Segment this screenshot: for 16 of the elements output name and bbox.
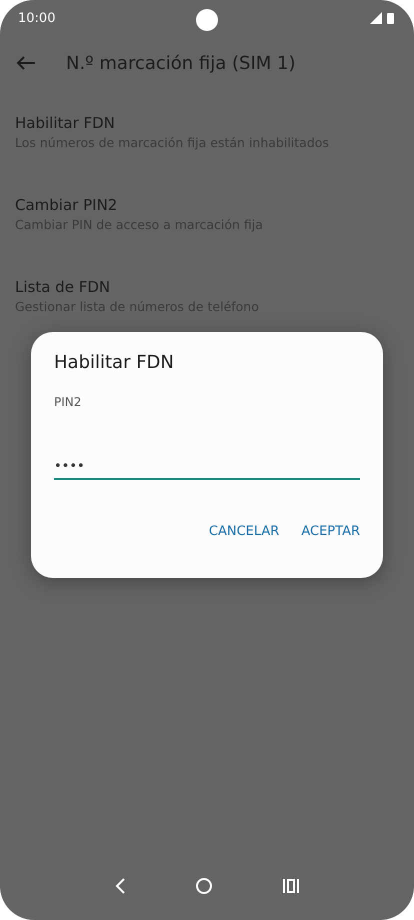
status-time: 10:00	[18, 10, 56, 26]
item-title: Cambiar PIN2	[15, 196, 118, 214]
camera-cutout	[196, 9, 218, 31]
back-icon[interactable]	[114, 877, 126, 895]
signal-battery-icon	[370, 12, 396, 24]
dialog-button[interactable]: CANCELAR	[208, 522, 280, 541]
recents-icon[interactable]	[282, 878, 300, 894]
pin-field[interactable]: ••••	[54, 459, 360, 480]
home-icon[interactable]	[194, 877, 213, 895]
item-title: Lista de FDN	[15, 278, 112, 296]
item-title: Habilitar FDN	[15, 114, 116, 132]
field-label: PIN2	[54, 395, 82, 409]
dialog-title: Habilitar FDN	[54, 352, 175, 373]
dialog-button[interactable]: ACEPTAR	[301, 522, 360, 541]
back-arrow-icon[interactable]	[16, 55, 36, 71]
screen-title: N.º marcación fija (SIM 1)	[66, 52, 296, 74]
